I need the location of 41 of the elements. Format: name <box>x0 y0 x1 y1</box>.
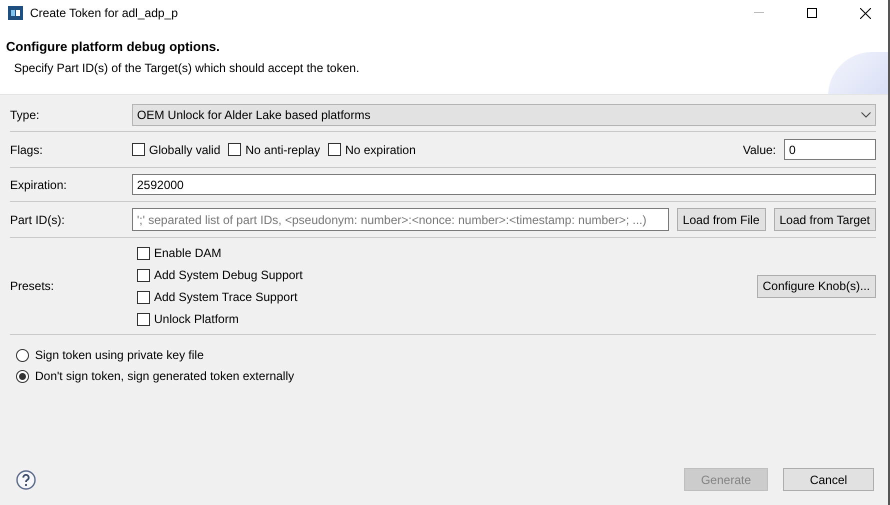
field-label: Value: <box>742 142 776 156</box>
checkbox[interactable] <box>137 268 150 282</box>
checkbox[interactable] <box>228 143 242 156</box>
checkbox-label[interactable]: Unlock Platform <box>154 312 239 326</box>
close-icon <box>860 8 870 18</box>
checkbox-label[interactable]: Add System Debug Support <box>154 268 303 282</box>
load-button[interactable]: Load from Target <box>774 208 876 231</box>
window-title: Create Token for adl_adp_p <box>30 6 179 20</box>
type-dropdown[interactable]: OEM Unlock for Alder Lake based platforms <box>132 104 876 126</box>
minimize-icon <box>754 12 764 14</box>
checkbox[interactable] <box>137 290 150 304</box>
checkbox-label[interactable]: No expiration <box>345 142 416 156</box>
checkbox-label[interactable]: Globally valid <box>149 142 220 156</box>
checkbox-label[interactable]: Add System Trace Support <box>154 290 298 304</box>
radio-button[interactable] <box>16 348 29 362</box>
field-label: Presets: <box>10 279 54 293</box>
checkbox[interactable] <box>328 143 342 156</box>
expiration-field[interactable]: 2592000 <box>132 174 876 195</box>
page-title: Configure platform debug options. <box>6 39 220 54</box>
checkbox-label[interactable]: Enable DAM <box>154 246 222 260</box>
banner-graphic <box>828 52 888 94</box>
radio-label[interactable]: Sign token using private key file <box>35 348 204 362</box>
checkbox-label[interactable]: No anti-replay <box>245 142 320 156</box>
configure-button[interactable]: Configure Knob(s)... <box>756 274 876 298</box>
checkbox[interactable] <box>137 312 150 326</box>
load-button[interactable]: Load from File <box>676 208 766 231</box>
checkbox[interactable] <box>132 143 145 156</box>
cancel-button[interactable]: Cancel <box>783 468 874 491</box>
page-description: Specify Part ID(s) of the Target(s) which should accept the token. <box>14 61 360 75</box>
value-field[interactable]: 0 <box>784 139 876 160</box>
field-label: Part ID(s): <box>10 212 65 226</box>
field-label: Type: <box>10 108 40 122</box>
radio-button[interactable] <box>16 370 29 382</box>
checkbox[interactable] <box>137 246 150 260</box>
field-label: Flags: <box>10 142 43 156</box>
radio-label[interactable]: Don't sign token, sign generated token externally <box>35 369 294 383</box>
help-icon[interactable] <box>16 470 36 490</box>
field-label: Expiration: <box>10 178 67 192</box>
part-ids-field[interactable]: ';' separated list of part IDs, <pseudonym: number>:<nonce: number>:<timestamp: number>; ...) <box>132 208 669 231</box>
chevron-down-icon <box>861 112 871 118</box>
maximize-icon <box>807 8 817 18</box>
